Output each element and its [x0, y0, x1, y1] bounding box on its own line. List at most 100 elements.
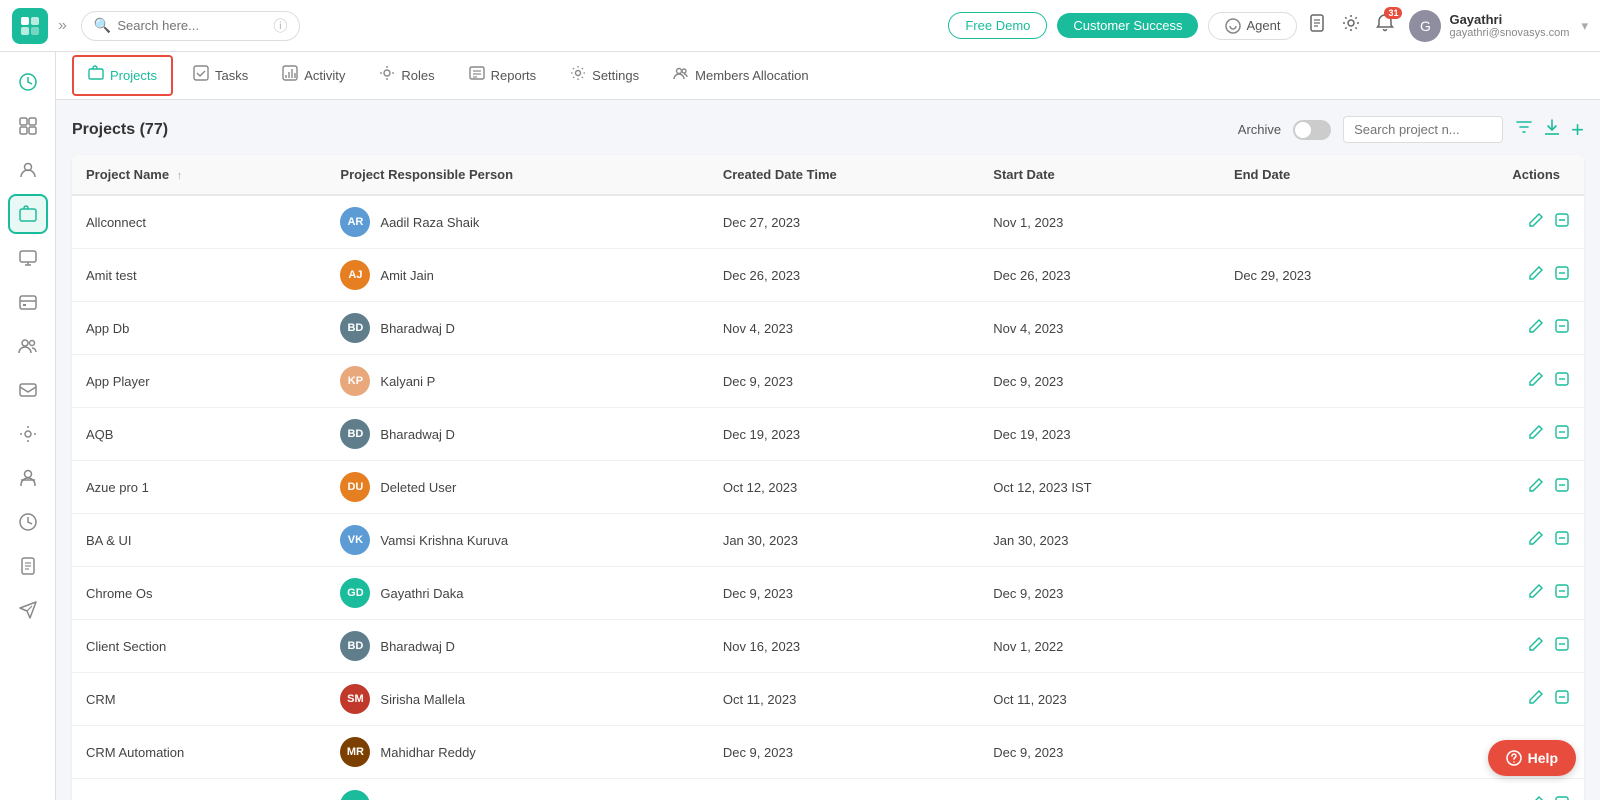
- subnav-item-activity[interactable]: Activity: [268, 57, 359, 94]
- delete-icon[interactable]: [1554, 530, 1570, 551]
- sidebar-item-reports[interactable]: [8, 546, 48, 586]
- search-project-input[interactable]: [1343, 116, 1503, 143]
- settings-nav-icon: [570, 65, 586, 86]
- delete-icon[interactable]: [1554, 265, 1570, 286]
- subnav-item-projects[interactable]: Projects: [72, 55, 173, 96]
- delete-icon[interactable]: [1554, 212, 1570, 233]
- download-icon[interactable]: [1543, 118, 1561, 141]
- responsible-person-cell: SM Sirisha Mallela: [326, 673, 708, 726]
- responsible-person-cell: DU Deleted User: [326, 461, 708, 514]
- table-row: CRM SM Sirisha Mallela Oct 11, 2023 Oct …: [72, 673, 1584, 726]
- actions-cell: [1421, 514, 1584, 567]
- sort-icon[interactable]: ↑: [177, 170, 183, 182]
- document-icon[interactable]: [1307, 13, 1327, 38]
- sidebar-item-profile[interactable]: [8, 458, 48, 498]
- help-button[interactable]: Help: [1488, 740, 1576, 776]
- project-name-cell: Azue pro 1: [72, 461, 326, 514]
- person-avatar: BD: [340, 419, 370, 449]
- sidebar-item-analytics[interactable]: [8, 62, 48, 102]
- delete-icon[interactable]: [1554, 477, 1570, 498]
- settings-icon[interactable]: [1341, 13, 1361, 38]
- delete-icon[interactable]: [1554, 795, 1570, 800]
- delete-icon[interactable]: [1554, 424, 1570, 445]
- end-date-cell: [1220, 620, 1421, 673]
- edit-icon[interactable]: [1528, 530, 1544, 551]
- sidebar-item-billing[interactable]: [8, 282, 48, 322]
- subnav-item-members[interactable]: Members Allocation: [659, 57, 822, 94]
- start-date-cell: Dec 9, 2023: [979, 355, 1220, 408]
- agent-button[interactable]: Agent: [1208, 12, 1297, 40]
- edit-icon[interactable]: [1528, 689, 1544, 710]
- sidebar-item-users[interactable]: [8, 150, 48, 190]
- person-name: Kalyani P: [380, 374, 435, 389]
- edit-icon[interactable]: [1528, 318, 1544, 339]
- responsible-person-cell: AJ Amit Jain: [326, 249, 708, 302]
- project-name-cell: CRM: [72, 673, 326, 726]
- tasks-nav-icon: [193, 65, 209, 86]
- col-actions: Actions: [1421, 155, 1584, 195]
- customer-success-button[interactable]: Customer Success: [1057, 13, 1198, 38]
- subnav-item-roles[interactable]: Roles: [365, 57, 448, 94]
- sidebar-item-mail[interactable]: [8, 370, 48, 410]
- start-date-cell: Jan 30, 2023: [979, 514, 1220, 567]
- projects-table: Project Name ↑ Project Responsible Perso…: [72, 155, 1584, 800]
- edit-icon[interactable]: [1528, 424, 1544, 445]
- person-name: Bharadwaj D: [380, 427, 454, 442]
- created-date-cell: Dec 26, 2023: [709, 249, 979, 302]
- edit-icon[interactable]: [1528, 265, 1544, 286]
- delete-icon[interactable]: [1554, 583, 1570, 604]
- search-input[interactable]: [117, 18, 267, 33]
- created-date-cell: Dec 9, 2023: [709, 567, 979, 620]
- edit-icon[interactable]: [1528, 795, 1544, 800]
- main-content: Projects (77) Archive +: [56, 100, 1600, 800]
- actions-cell: [1421, 195, 1584, 249]
- expand-icon[interactable]: »: [58, 17, 67, 35]
- archive-toggle[interactable]: [1293, 120, 1331, 140]
- sidebar-item-settings[interactable]: [8, 414, 48, 454]
- activity-nav-icon: [282, 65, 298, 86]
- free-demo-button[interactable]: Free Demo: [948, 12, 1047, 39]
- responsible-person-cell: BD Bharadwaj D: [326, 408, 708, 461]
- actions-cell: [1421, 355, 1584, 408]
- edit-icon[interactable]: [1528, 477, 1544, 498]
- projects-header: Projects (77) Archive +: [72, 116, 1584, 143]
- edit-icon[interactable]: [1528, 212, 1544, 233]
- sidebar-item-projects[interactable]: [8, 194, 48, 234]
- subnav-item-tasks[interactable]: Tasks: [179, 57, 262, 94]
- created-date-cell: Nov 16, 2023: [709, 620, 979, 673]
- avatar: G: [1409, 10, 1441, 42]
- sidebar-item-clock[interactable]: [8, 502, 48, 542]
- person-avatar: MR: [340, 737, 370, 767]
- delete-icon[interactable]: [1554, 318, 1570, 339]
- user-menu[interactable]: G Gayathri gayathri@snovasys.com ▾: [1409, 10, 1588, 42]
- edit-icon[interactable]: [1528, 371, 1544, 392]
- person-name: Vamsi Krishna Kuruva: [380, 533, 508, 548]
- sidebar-item-team[interactable]: [8, 326, 48, 366]
- actions-cell: [1421, 779, 1584, 800]
- filter-icon[interactable]: [1515, 118, 1533, 141]
- end-date-cell: Dec 29, 2023: [1220, 249, 1421, 302]
- edit-icon[interactable]: [1528, 636, 1544, 657]
- activity-nav-label: Activity: [304, 68, 345, 83]
- project-name-cell: Amit test: [72, 249, 326, 302]
- delete-icon[interactable]: [1554, 371, 1570, 392]
- table-row: CRM Automation MR Mahidhar Reddy Dec 9, …: [72, 726, 1584, 779]
- topbar: » 🔍 ⓘ Free Demo Customer Success Agent 3…: [0, 0, 1600, 52]
- actions-cell: [1421, 673, 1584, 726]
- notification-icon[interactable]: 31: [1375, 13, 1395, 38]
- user-name: Gayathri: [1449, 12, 1569, 27]
- add-project-icon[interactable]: +: [1571, 119, 1584, 141]
- person-name: Bharadwaj D: [380, 639, 454, 654]
- sidebar-item-monitor[interactable]: [8, 238, 48, 278]
- table-row: Azue pro 1 DU Deleted User Oct 12, 2023 …: [72, 461, 1584, 514]
- edit-icon[interactable]: [1528, 583, 1544, 604]
- person-name: Aadil Raza Shaik: [380, 215, 479, 230]
- delete-icon[interactable]: [1554, 689, 1570, 710]
- project-name-cell: Allconnect: [72, 195, 326, 249]
- app-logo[interactable]: [12, 8, 48, 44]
- subnav-item-settings[interactable]: Settings: [556, 57, 653, 94]
- sidebar-item-send[interactable]: [8, 590, 48, 630]
- sidebar-item-dashboard[interactable]: [8, 106, 48, 146]
- subnav-item-reports[interactable]: Reports: [455, 57, 551, 94]
- delete-icon[interactable]: [1554, 636, 1570, 657]
